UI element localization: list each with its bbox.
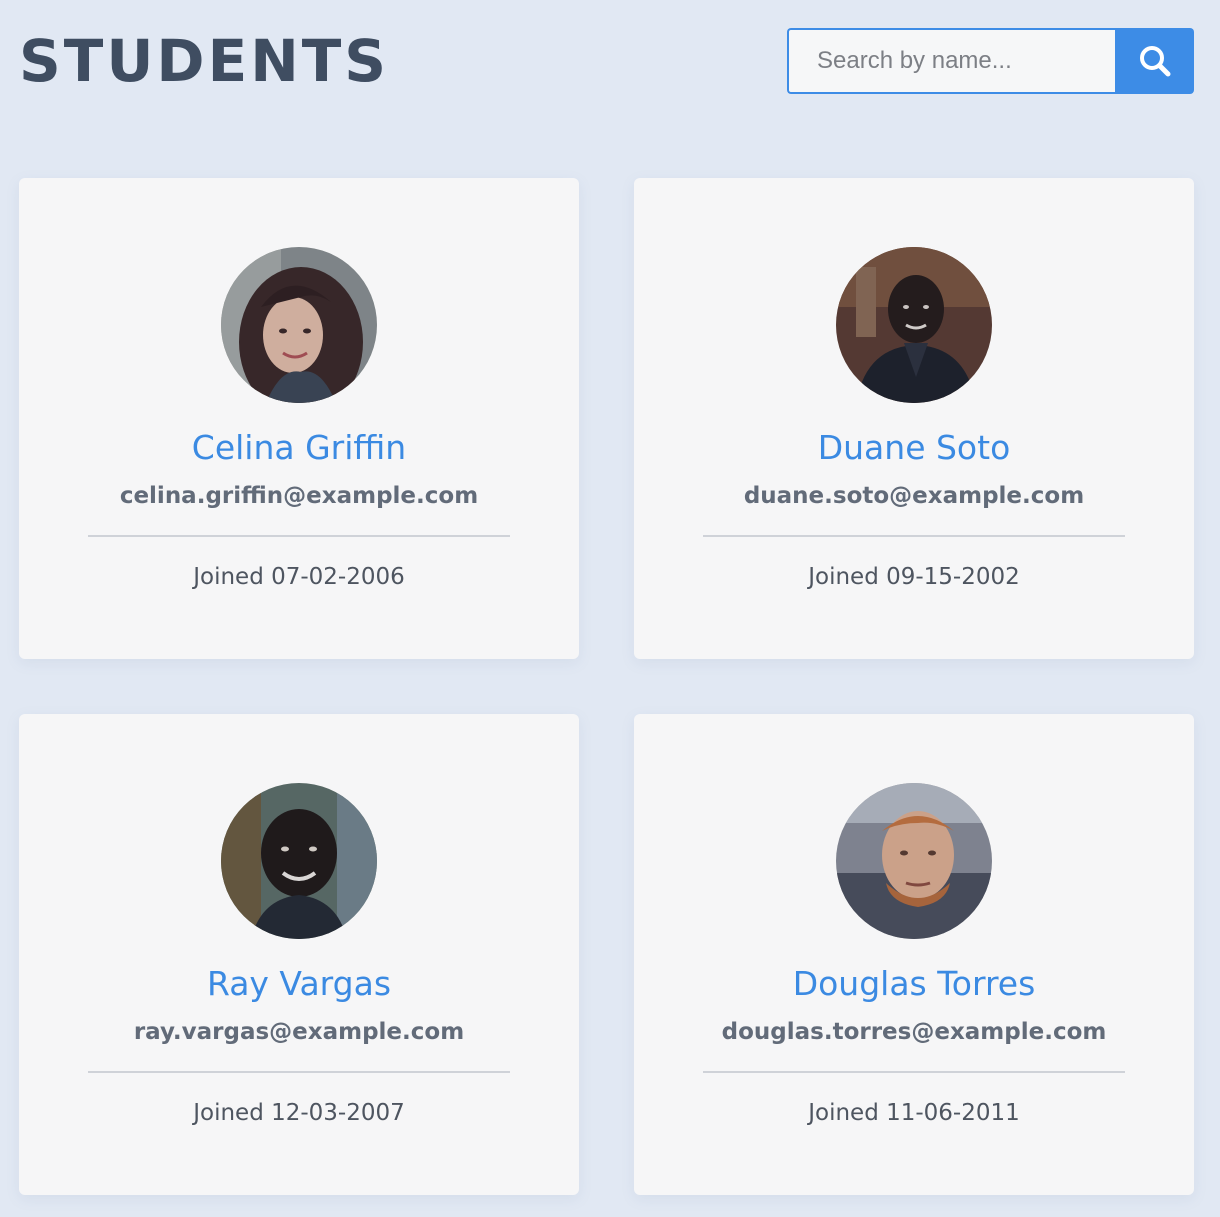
avatar (836, 247, 992, 403)
divider (88, 535, 510, 537)
joined-date: Joined 12-03-2007 (193, 1100, 405, 1126)
student-email: ray.vargas@example.com (133, 1019, 465, 1045)
student-name[interactable]: Douglas Torres (634, 962, 1194, 1006)
divider (88, 1071, 510, 1073)
student-name[interactable]: Celina Griffin (19, 426, 579, 470)
joined-date: Joined 07-02-2006 (193, 564, 405, 590)
search-icon (1139, 46, 1170, 77)
search-input[interactable] (787, 28, 1115, 94)
students-page: STUDENTS Celina Griffin ce (0, 0, 1220, 1217)
avatar (221, 247, 377, 403)
student-name[interactable]: Ray Vargas (19, 962, 579, 1006)
student-email: duane.soto@example.com (743, 483, 1085, 509)
joined-date: Joined 11-06-2011 (808, 1100, 1020, 1126)
student-email: douglas.torres@example.com (721, 1019, 1107, 1045)
page-title: STUDENTS (19, 27, 390, 95)
avatar (221, 783, 377, 939)
joined-date: Joined 09-15-2002 (808, 564, 1020, 590)
avatar (836, 783, 992, 939)
search-button[interactable] (1115, 28, 1194, 94)
student-card: Douglas Torres douglas.torres@example.co… (634, 714, 1194, 1195)
student-name[interactable]: Duane Soto (634, 426, 1194, 470)
search-form (787, 28, 1194, 94)
student-card: Ray Vargas ray.vargas@example.com Joined… (19, 714, 579, 1195)
divider (703, 1071, 1125, 1073)
student-card: Duane Soto duane.soto@example.com Joined… (634, 178, 1194, 659)
student-email: celina.griffin@example.com (119, 483, 479, 509)
divider (703, 535, 1125, 537)
student-card: Celina Griffin celina.griffin@example.co… (19, 178, 579, 659)
